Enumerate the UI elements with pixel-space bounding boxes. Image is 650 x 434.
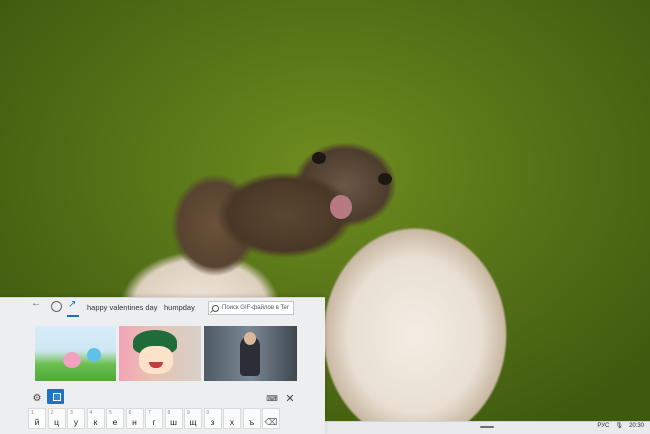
key-7[interactable]: 7г	[145, 408, 163, 429]
key-number-hint: 7	[148, 410, 151, 416]
key-5[interactable]: 5е	[106, 408, 124, 429]
key-number-hint: 0	[206, 410, 210, 416]
trending-icon[interactable]: ↗	[68, 299, 76, 310]
key-char: е	[112, 417, 118, 427]
key-10[interactable]: 0з	[203, 408, 222, 429]
turtle-eye-left	[312, 152, 326, 164]
key-char: ш	[170, 417, 177, 427]
key-char: ⌫	[264, 417, 278, 427]
key-4[interactable]: 4к	[86, 408, 105, 429]
key-9[interactable]: 9щ	[184, 408, 202, 429]
key-number-hint: 6	[128, 410, 132, 416]
close-icon[interactable]: ✕	[283, 393, 297, 405]
key-char: ъ	[248, 417, 255, 427]
clock[interactable]: 20:30	[629, 423, 644, 429]
key-char: й	[34, 417, 40, 427]
key-char: щ	[189, 417, 197, 427]
ball-figure	[87, 348, 101, 362]
search-placeholder: Поиск GIF-файлов в Ter	[222, 305, 289, 311]
search-icon	[212, 305, 219, 312]
chip-humpday[interactable]: humpday	[164, 303, 195, 312]
key-12[interactable]: ъ	[242, 408, 261, 429]
key-number-hint: 1	[31, 410, 34, 416]
gif-result-person[interactable]	[204, 326, 297, 381]
back-arrow-icon[interactable]: ←	[31, 298, 41, 309]
taskbar-handle[interactable]	[480, 426, 494, 428]
gif-result-kirby[interactable]	[35, 326, 116, 381]
key-char: у	[73, 417, 79, 427]
key-number-hint: 5	[109, 410, 112, 416]
key-char: н	[132, 417, 137, 427]
key-char: к	[93, 417, 98, 427]
gif-result-anime[interactable]	[119, 326, 201, 381]
chip-happy-valentines-day[interactable]: happy valentines day	[87, 303, 157, 312]
mic-icon[interactable]: 🎙	[615, 422, 623, 429]
anime-face	[139, 346, 173, 374]
turtle-eye-right	[378, 173, 392, 185]
key-11[interactable]: х	[223, 408, 241, 429]
gif-icon[interactable]	[47, 389, 64, 404]
key-2[interactable]: 2ц	[47, 408, 66, 429]
key-number-hint: 3	[70, 410, 73, 416]
gif-keyboard-panel: ← ↗ happy valentines day humpday Поиск G…	[0, 297, 325, 434]
system-tray: РУС 🎙 20:30	[597, 422, 644, 430]
key-1[interactable]: 1й	[28, 408, 46, 429]
language-indicator[interactable]: РУС	[597, 423, 609, 429]
gif-results	[35, 326, 297, 381]
key-6[interactable]: 6н	[125, 408, 144, 429]
gear-icon[interactable]: ⚙	[30, 393, 44, 405]
key-number-hint: 2	[50, 410, 54, 416]
key-number-hint: 4	[89, 410, 93, 416]
backspace-key[interactable]: ⌫	[262, 408, 280, 429]
key-number-hint: 8	[167, 410, 171, 416]
clock-icon[interactable]	[51, 301, 62, 312]
trending-tab-indicator	[67, 315, 79, 317]
key-char: ц	[54, 417, 59, 427]
gif-search-input[interactable]: Поиск GIF-файлов в Ter	[208, 301, 294, 315]
person-head	[244, 332, 256, 345]
key-8[interactable]: 8ш	[164, 408, 183, 429]
key-number-hint: 9	[187, 410, 190, 416]
key-char: г	[152, 417, 156, 427]
key-3[interactable]: 3у	[67, 408, 85, 429]
key-char: з	[210, 417, 215, 427]
turtle-mouth	[330, 195, 352, 219]
kirby-figure	[63, 352, 81, 368]
keyboard-icon[interactable]: ⌨	[265, 393, 279, 405]
key-char: х	[229, 417, 235, 427]
